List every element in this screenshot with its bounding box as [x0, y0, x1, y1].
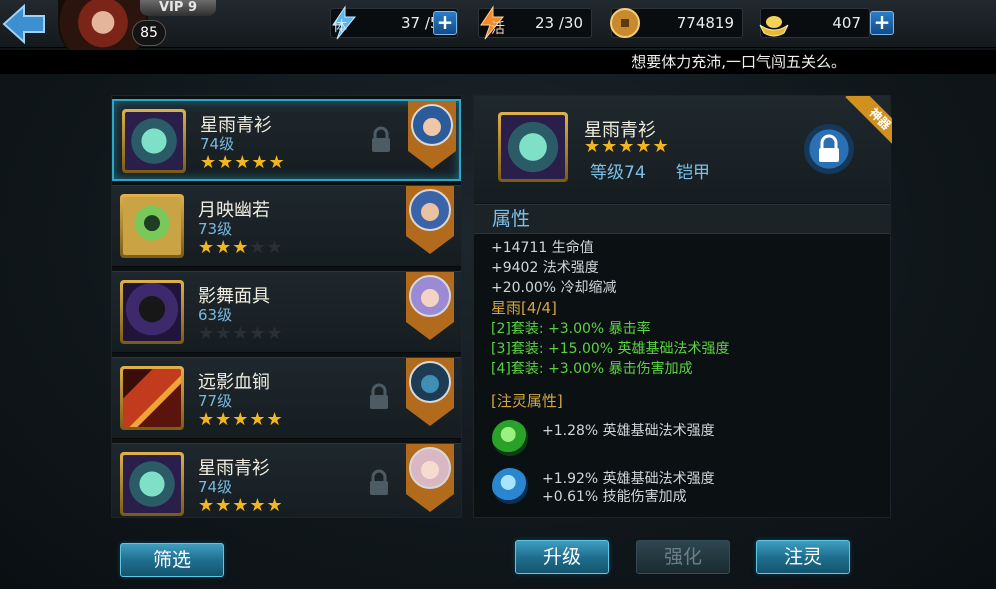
- player-level: 85: [132, 20, 166, 46]
- set-bonus-line: [3]套装: +15.00% 英雄基础法术强度: [491, 341, 730, 357]
- lock-icon[interactable]: [368, 469, 390, 497]
- star-rating: ★★★★★: [198, 323, 284, 344]
- gold-value: 407: [832, 14, 861, 32]
- blue-gem-icon[interactable]: [492, 468, 528, 504]
- attributes-title: 属性: [474, 204, 890, 234]
- set-bonus-line: [4]套装: +3.00% 暴击伤害加成: [491, 361, 693, 377]
- artifact-ribbon: 神器: [834, 96, 892, 154]
- detail-star-rating: ★★★★★: [584, 136, 670, 157]
- hero-portrait-icon[interactable]: [402, 358, 458, 428]
- infusion-title: [注灵属性]: [491, 392, 563, 410]
- equipment-item[interactable]: 星雨青衫 74级 ★★★★★: [112, 99, 461, 181]
- buy-gold-button[interactable]: +: [870, 11, 894, 35]
- lock-icon[interactable]: [370, 126, 392, 154]
- gold-ingot-icon: [759, 16, 789, 37]
- star-rating: ★★★★★: [200, 152, 286, 173]
- detail-level: 等级74: [590, 163, 646, 183]
- stamina-icon-label: 体: [333, 19, 347, 35]
- infusion-line: +1.92% 英雄基础法术强度: [542, 471, 715, 487]
- attribute-line: +20.00% 冷却缩减: [491, 280, 617, 296]
- attribute-line: +9402 法术强度: [491, 260, 599, 276]
- infusion-line: +0.61% 技能伤害加成: [542, 489, 687, 505]
- upgrade-button[interactable]: 升级: [515, 540, 609, 574]
- equipment-level: 63级: [198, 306, 233, 324]
- activity-icon-label: 活: [491, 21, 505, 37]
- vip-badge[interactable]: VIP 9: [140, 0, 216, 16]
- equipment-level: 73级: [198, 220, 233, 238]
- equipment-item[interactable]: 月映幽若 73级 ★★★★★: [112, 185, 461, 267]
- set-bonus-line: [2]套装: +3.00% 暴击率: [491, 321, 651, 337]
- hero-portrait-icon[interactable]: [402, 186, 458, 256]
- top-bar: VIP 9 85 体 37 /50 + 活 23 /30 774819 407 …: [0, 0, 996, 64]
- star-rating: ★★★★★: [198, 495, 284, 516]
- lock-icon[interactable]: [368, 383, 390, 411]
- jade-necklace-icon: [120, 194, 184, 258]
- copper-coin-icon: [610, 8, 640, 38]
- back-arrow-icon: [2, 3, 45, 45]
- infusion-line: +1.28% 英雄基础法术强度: [542, 423, 715, 439]
- detail-header: 星雨青衫 ★★★★★ 等级74 铠甲 神器: [474, 96, 892, 203]
- hero-portrait-icon[interactable]: [402, 444, 458, 514]
- equipment-detail-panel: 星雨青衫 ★★★★★ 等级74 铠甲 神器 属性 +14711 生命值 +940…: [473, 95, 892, 518]
- coins-counter: 774819: [610, 8, 743, 38]
- equipment-item[interactable]: 星雨青衫 74级 ★★★★★: [112, 443, 461, 517]
- gold-counter: 407: [759, 8, 870, 38]
- activity-counter: 活 23 /30: [478, 5, 592, 40]
- star-rating: ★★★★★: [198, 237, 284, 258]
- green-gem-icon[interactable]: [492, 420, 528, 456]
- jade-robe-icon: [120, 452, 184, 516]
- equipment-item[interactable]: 影舞面具 63级 ★★★★★: [112, 271, 461, 353]
- shadow-mask-icon: [120, 280, 184, 344]
- jade-robe-icon: [498, 112, 568, 182]
- tip-banner: 想要体力充沛,一口气闯五关么。: [0, 50, 996, 74]
- equipment-level: 74级: [200, 135, 235, 153]
- equipment-level: 74级: [198, 478, 233, 496]
- equipment-level: 77级: [198, 392, 233, 410]
- set-title: 星雨[4/4]: [491, 299, 557, 317]
- detail-type: 铠甲: [676, 163, 710, 183]
- star-rating: ★★★★★: [198, 409, 284, 430]
- coins-value: 774819: [676, 14, 734, 32]
- buy-stamina-button[interactable]: +: [433, 11, 457, 35]
- activity-value: 23 /30: [535, 14, 583, 32]
- blood-mace-icon: [120, 366, 184, 430]
- enhance-button[interactable]: 强化: [636, 540, 730, 574]
- filter-button[interactable]: 筛选: [120, 543, 224, 577]
- back-button[interactable]: [0, 0, 50, 48]
- hero-portrait-icon[interactable]: [404, 101, 460, 171]
- attribute-line: +14711 生命值: [491, 240, 594, 256]
- jade-robe-icon: [122, 109, 186, 173]
- equipment-list[interactable]: 星雨青衫 74级 ★★★★★ 月映幽若 73级 ★★★★★ 影舞面具 63级 ★…: [111, 95, 462, 518]
- hero-portrait-icon[interactable]: [402, 272, 458, 342]
- infuse-button[interactable]: 注灵: [756, 540, 850, 574]
- artifact-badge: 神器: [845, 96, 892, 154]
- equipment-item[interactable]: 远影血锏 77级 ★★★★★: [112, 357, 461, 439]
